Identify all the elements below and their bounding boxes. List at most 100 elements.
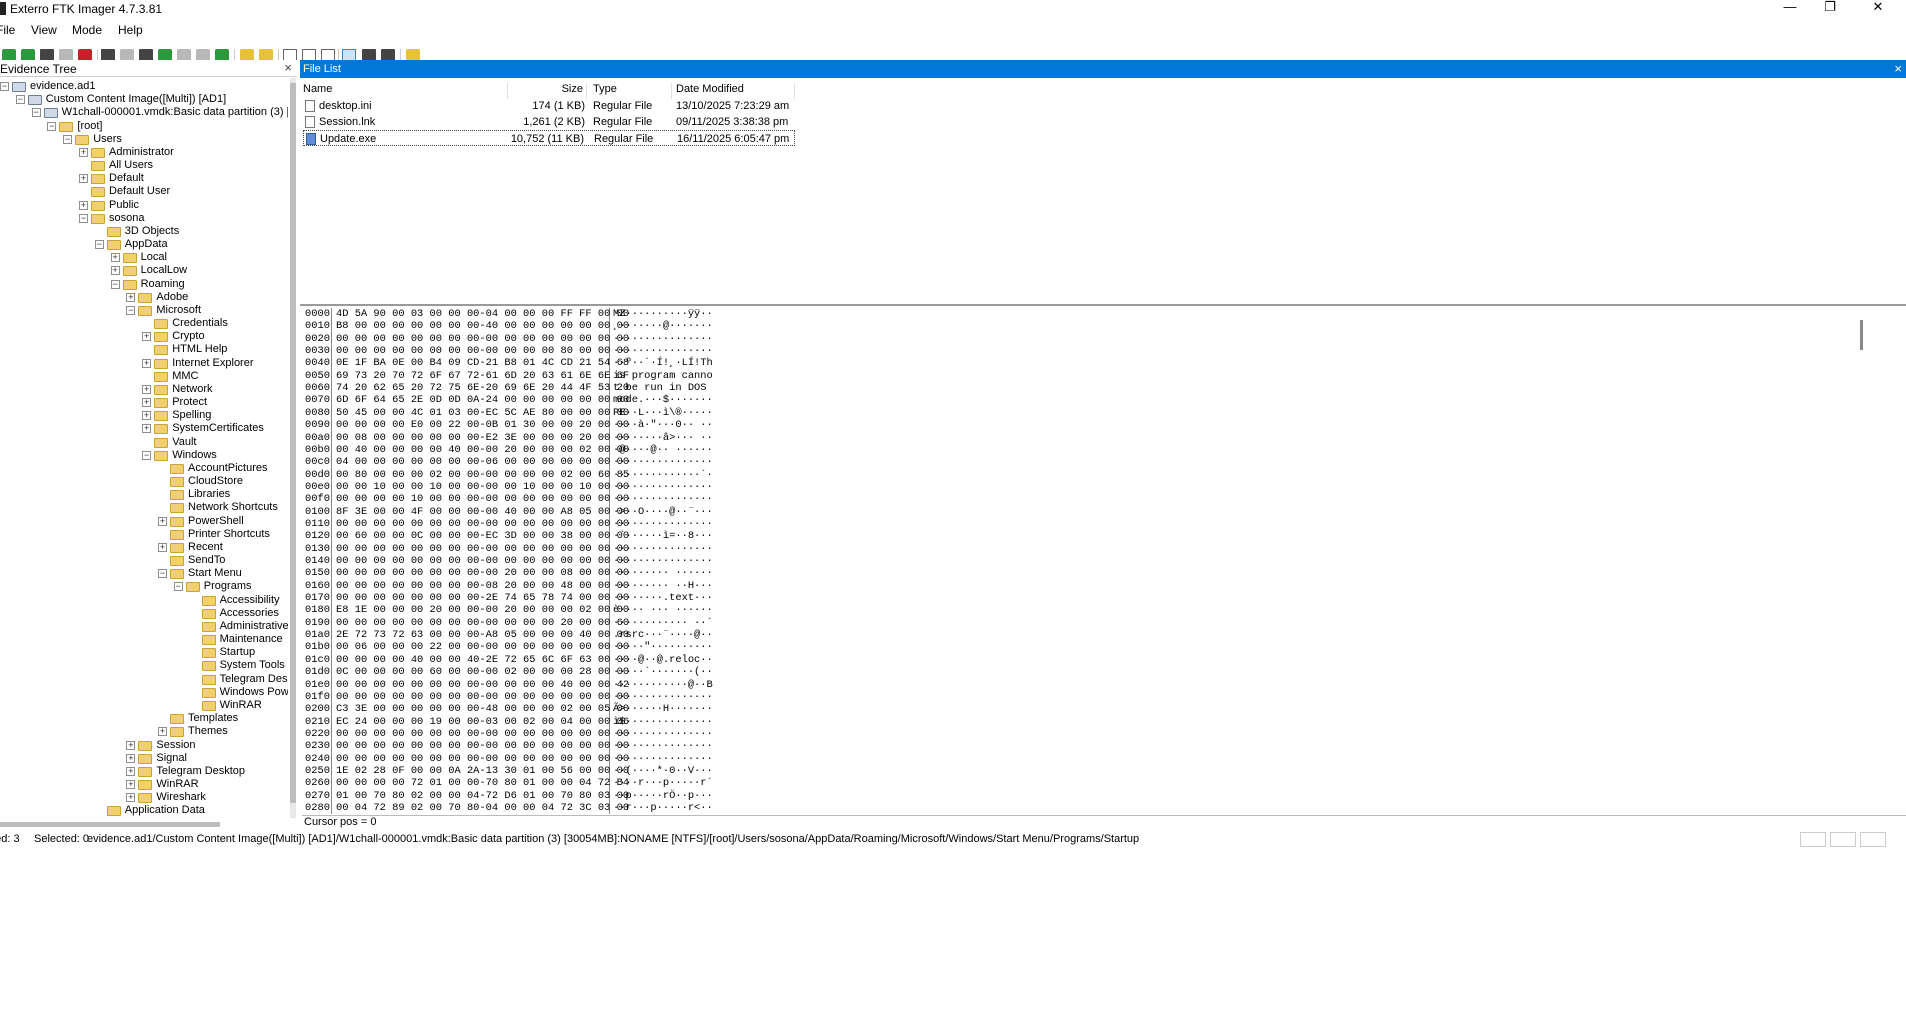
- hex-vertical-scrollbar[interactable]: [1860, 320, 1863, 350]
- column-date-modified[interactable]: Date Modified: [673, 83, 795, 99]
- collapse-icon[interactable]: −: [158, 569, 167, 579]
- tree-node[interactable]: WinRAR: [0, 699, 288, 712]
- tree-node[interactable]: + WinRAR: [0, 778, 288, 791]
- file-row[interactable]: desktop.ini 174 (1 KB) Regular File 13/10/2…: [303, 98, 795, 114]
- collapse-icon[interactable]: −: [142, 450, 152, 460]
- tree-node[interactable]: Startup: [0, 646, 288, 659]
- tree-node[interactable]: − Programs: [0, 580, 288, 593]
- menu-mode[interactable]: Mode: [72, 23, 102, 37]
- minimize-button[interactable]: —: [1770, 0, 1810, 18]
- tree-node[interactable]: + Network: [0, 383, 288, 396]
- tree-node[interactable]: + Recent: [0, 541, 288, 554]
- collapse-icon[interactable]: −: [0, 82, 9, 91]
- expand-icon[interactable]: +: [110, 266, 120, 276]
- tree-node[interactable]: + Adobe: [0, 291, 288, 304]
- tree-node[interactable]: + Default: [0, 172, 288, 185]
- maximize-button[interactable]: ❐: [1810, 0, 1850, 18]
- tree-node[interactable]: − [root]: [0, 120, 288, 133]
- tree-node[interactable]: + LocalLow: [0, 264, 288, 277]
- tree-node[interactable]: − sosona: [0, 212, 288, 225]
- menu-file[interactable]: File: [0, 23, 15, 37]
- tree-vertical-scrollbar[interactable]: [290, 78, 296, 818]
- pane-splitter[interactable]: [300, 304, 1906, 306]
- tree-node[interactable]: AccountPictures: [0, 462, 288, 475]
- tree-node[interactable]: SendTo: [0, 554, 288, 567]
- tree-node[interactable]: + Public: [0, 199, 288, 212]
- expand-icon[interactable]: +: [158, 727, 167, 737]
- tree-node[interactable]: Templates: [0, 712, 288, 725]
- tree-node[interactable]: + Themes: [0, 725, 288, 738]
- collapse-icon[interactable]: −: [63, 134, 73, 144]
- tree-node[interactable]: + PowerShell: [0, 515, 288, 528]
- tree-node[interactable]: + Crypto: [0, 330, 288, 343]
- collapse-icon[interactable]: −: [15, 95, 25, 105]
- tree-node[interactable]: − AppData: [0, 238, 288, 251]
- tree-node[interactable]: Default User: [0, 185, 288, 198]
- column-type[interactable]: Type: [590, 83, 672, 99]
- file-row[interactable]: Update.exe 10,752 (11 KB) Regular File 16/1…: [303, 130, 795, 146]
- collapse-icon[interactable]: −: [126, 305, 136, 315]
- tree-node[interactable]: Windows PowerShell: [0, 686, 288, 699]
- tree-node[interactable]: Vault: [0, 436, 288, 449]
- tree-node[interactable]: + Local: [0, 251, 288, 264]
- tree-node[interactable]: + Telegram Desktop: [0, 765, 288, 778]
- expand-icon[interactable]: +: [158, 516, 167, 526]
- expand-icon[interactable]: +: [142, 411, 152, 421]
- tree-node[interactable]: + Session: [0, 739, 288, 752]
- collapse-icon[interactable]: −: [173, 582, 183, 592]
- file-row[interactable]: Session.lnk 1,261 (2 KB) Regular File 09/11…: [303, 114, 795, 130]
- expand-icon[interactable]: +: [126, 793, 136, 803]
- expand-icon[interactable]: +: [110, 253, 120, 263]
- tree-node[interactable]: Printer Shortcuts: [0, 528, 288, 541]
- tree-node[interactable]: − W1chall-000001.vmdk:Basic data partitio…: [0, 106, 288, 119]
- tree-node[interactable]: + SystemCertificates: [0, 422, 288, 435]
- tree-node[interactable]: + Internet Explorer: [0, 357, 288, 370]
- tree-node[interactable]: Credentials: [0, 317, 288, 330]
- expand-icon[interactable]: +: [126, 753, 136, 763]
- tree-node[interactable]: CloudStore: [0, 475, 288, 488]
- collapse-icon[interactable]: −: [110, 279, 120, 289]
- tree-node[interactable]: − Windows: [0, 449, 288, 462]
- tree-node[interactable]: − Start Menu: [0, 567, 288, 580]
- tree-node[interactable]: − Custom Content Image([Multi]) [AD1]: [0, 93, 288, 106]
- expand-icon[interactable]: +: [126, 292, 136, 302]
- tree-node[interactable]: Maintenance: [0, 633, 288, 646]
- tree-horizontal-scrollbar[interactable]: [0, 822, 220, 827]
- expand-icon[interactable]: +: [142, 384, 152, 394]
- tree-node[interactable]: All Users: [0, 159, 288, 172]
- tree-node[interactable]: + Administrator: [0, 146, 288, 159]
- expand-icon[interactable]: +: [142, 424, 152, 434]
- tree-node[interactable]: Application Data: [0, 804, 288, 817]
- tree-node[interactable]: − Users: [0, 133, 288, 146]
- collapse-icon[interactable]: −: [79, 213, 88, 223]
- tree-node[interactable]: Administrative Tools: [0, 620, 288, 633]
- tree-node[interactable]: Libraries: [0, 488, 288, 501]
- tree-node[interactable]: − evidence.ad1: [0, 80, 288, 93]
- scrollbar-thumb[interactable]: [290, 83, 296, 803]
- tree-node[interactable]: System Tools: [0, 659, 288, 672]
- tree-node[interactable]: Accessibility: [0, 594, 288, 607]
- expand-icon[interactable]: +: [158, 542, 167, 552]
- close-icon[interactable]: ×: [284, 60, 292, 75]
- tree-node[interactable]: + Signal: [0, 752, 288, 765]
- close-icon[interactable]: ×: [1894, 61, 1902, 76]
- tree-node[interactable]: + Protect: [0, 396, 288, 409]
- expand-icon[interactable]: +: [126, 740, 136, 750]
- tree-node[interactable]: MMC: [0, 370, 288, 383]
- expand-icon[interactable]: +: [142, 332, 152, 342]
- menu-view[interactable]: View: [31, 23, 57, 37]
- tree-node[interactable]: + Spelling: [0, 409, 288, 422]
- tree-node[interactable]: HTML Help: [0, 343, 288, 356]
- tree-node[interactable]: Telegram Desktop: [0, 673, 288, 686]
- expand-icon[interactable]: +: [142, 398, 152, 408]
- column-name[interactable]: Name: [303, 83, 508, 99]
- collapse-icon[interactable]: −: [94, 240, 104, 250]
- tree-node[interactable]: − Microsoft: [0, 304, 288, 317]
- tree-node[interactable]: Network Shortcuts: [0, 501, 288, 514]
- menu-help[interactable]: Help: [118, 23, 143, 37]
- column-size[interactable]: Size: [508, 83, 587, 99]
- expand-icon[interactable]: +: [126, 766, 136, 776]
- tree-node[interactable]: + Wireshark: [0, 791, 288, 804]
- collapse-icon[interactable]: −: [31, 108, 41, 118]
- expand-icon[interactable]: +: [142, 358, 152, 368]
